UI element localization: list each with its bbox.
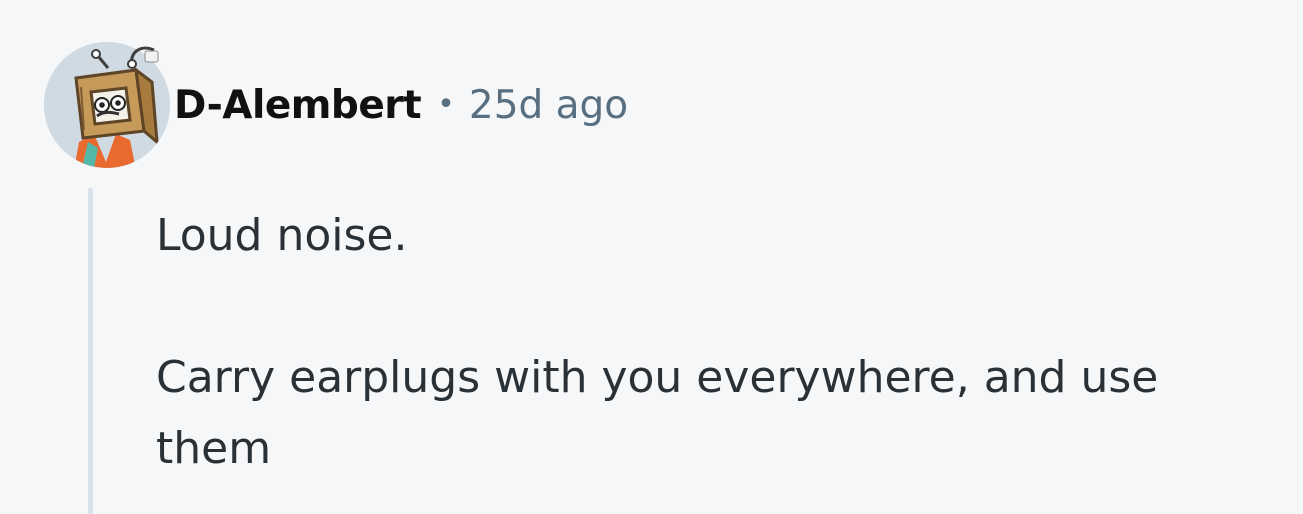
author-username[interactable]: D-Alembert (174, 83, 422, 128)
thread-line[interactable] (88, 188, 93, 514)
comment-header: D-Alembert • 25d ago (44, 40, 628, 170)
meta-separator: • (437, 87, 455, 122)
comment-paragraph: Carry earplugs with you everywhere, and … (156, 352, 1159, 474)
comment-paragraph: Loud noise. (156, 210, 408, 261)
comment: D-Alembert • 25d ago Loud noise. Carry e… (0, 0, 1303, 514)
avatar[interactable] (44, 42, 170, 168)
comment-timestamp[interactable]: 25d ago (469, 83, 628, 128)
cardboard-robot-avatar-icon (44, 42, 170, 168)
comment-body: Loud noise. Carry earplugs with you ever… (156, 200, 1276, 484)
